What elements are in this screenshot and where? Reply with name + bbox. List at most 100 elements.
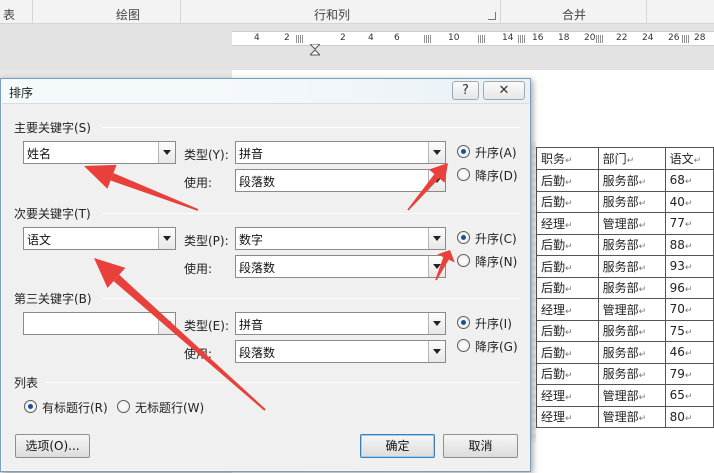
table-cell[interactable]: 服务部↵ bbox=[597, 319, 666, 342]
secondary-key-select[interactable]: 语文 bbox=[23, 227, 176, 250]
chevron-down-icon[interactable] bbox=[158, 142, 175, 163]
primary-using-select[interactable]: 段落数 bbox=[235, 169, 446, 192]
chevron-down-icon[interactable] bbox=[158, 313, 175, 334]
close-button[interactable]: ✕ bbox=[483, 81, 525, 100]
secondary-descending-radio[interactable] bbox=[457, 254, 470, 267]
column-marker-icon[interactable] bbox=[518, 35, 525, 43]
tertiary-ascending-label[interactable]: 升序(I) bbox=[475, 315, 512, 332]
ribbon-separator bbox=[180, 0, 181, 24]
table-cell[interactable]: 40↵ bbox=[664, 190, 714, 213]
cell-text: 经理 bbox=[541, 216, 566, 231]
table-cell[interactable]: 后勤↵ bbox=[536, 341, 599, 364]
table-cell[interactable]: 经理↵ bbox=[536, 212, 599, 235]
table-cell[interactable]: 服务部↵ bbox=[597, 169, 666, 192]
table-cell[interactable]: 服务部↵ bbox=[597, 233, 666, 256]
cancel-button[interactable]: 取消 bbox=[443, 434, 518, 458]
tertiary-using-select[interactable]: 段落数 bbox=[235, 340, 446, 363]
table-cell[interactable]: 语文↵ bbox=[664, 147, 714, 170]
column-marker-icon[interactable] bbox=[596, 35, 603, 43]
table-cell[interactable]: 服务部↵ bbox=[597, 190, 666, 213]
cell-text: 79 bbox=[669, 366, 685, 381]
table-row: 后勤↵ 服务部↵ 93↵ bbox=[536, 255, 714, 278]
chevron-down-icon[interactable] bbox=[158, 228, 175, 249]
table-cell[interactable]: 后勤↵ bbox=[536, 255, 599, 278]
secondary-ascending-label[interactable]: 升序(C) bbox=[475, 230, 517, 247]
table-cell[interactable]: 服务部↵ bbox=[597, 362, 666, 385]
table-cell[interactable]: 管理部↵ bbox=[597, 384, 666, 407]
table-cell[interactable]: 46↵ bbox=[664, 341, 714, 364]
column-marker-icon[interactable] bbox=[478, 35, 485, 43]
ribbon-group-rows-columns[interactable]: 行和列 bbox=[314, 6, 350, 23]
table-cell[interactable]: 79↵ bbox=[664, 362, 714, 385]
ribbon-group-draw[interactable]: 绘图 bbox=[116, 6, 140, 23]
no-header-row-label[interactable]: 无标题行(W) bbox=[135, 399, 204, 416]
secondary-type-select[interactable]: 数字 bbox=[235, 227, 446, 250]
table-cell[interactable]: 服务部↵ bbox=[597, 276, 666, 299]
primary-descending-radio[interactable] bbox=[457, 168, 470, 181]
primary-descending-label[interactable]: 降序(D) bbox=[475, 167, 518, 184]
chevron-down-icon[interactable] bbox=[428, 142, 445, 163]
table-cell[interactable]: 后勤↵ bbox=[536, 169, 599, 192]
no-header-row-radio[interactable] bbox=[117, 400, 130, 413]
table-cell[interactable]: 后勤↵ bbox=[536, 362, 599, 385]
primary-key-select[interactable]: 姓名 bbox=[23, 141, 176, 164]
table-cell[interactable]: 88↵ bbox=[664, 233, 714, 256]
column-marker-icon[interactable] bbox=[296, 35, 303, 43]
table-cell[interactable]: 后勤↵ bbox=[536, 319, 599, 342]
table-cell[interactable]: 后勤↵ bbox=[536, 233, 599, 256]
table-cell[interactable]: 管理部↵ bbox=[597, 212, 666, 235]
indent-marker-icon[interactable] bbox=[310, 44, 320, 56]
table-cell[interactable]: 80↵ bbox=[664, 405, 714, 428]
options-button[interactable]: 选项(O)... bbox=[15, 434, 90, 458]
ruler-tick: 16 bbox=[532, 33, 544, 43]
header-row-label[interactable]: 有标题行(R) bbox=[42, 399, 108, 416]
table-cell[interactable]: 经理↵ bbox=[536, 405, 599, 428]
ruler-tick: 10 bbox=[448, 33, 460, 43]
primary-key-label: 主要关键字(S) bbox=[14, 121, 91, 135]
tertiary-ascending-radio[interactable] bbox=[457, 316, 470, 329]
chevron-down-icon[interactable] bbox=[428, 228, 445, 249]
table-cell[interactable]: 后勤↵ bbox=[536, 276, 599, 299]
table-cell[interactable]: 68↵ bbox=[664, 169, 714, 192]
column-marker-icon[interactable] bbox=[682, 35, 689, 43]
chevron-down-icon[interactable] bbox=[428, 341, 445, 362]
secondary-using-select[interactable]: 段落数 bbox=[235, 255, 446, 278]
paragraph-mark-icon: ↵ bbox=[684, 198, 693, 209]
document-table[interactable]: 职务↵ 部门↵ 语文↵ 后勤↵ 服务部↵ 68↵ 后勤↵ 服务部↵ 40↵ 经理↵ 管理部↵ 77↵ 后… bbox=[536, 147, 714, 428]
table-cell[interactable]: 75↵ bbox=[664, 319, 714, 342]
table-cell[interactable]: 职务↵ bbox=[536, 147, 599, 170]
dialog-launcher-icon[interactable] bbox=[488, 12, 496, 20]
column-marker-icon[interactable] bbox=[424, 35, 431, 43]
table-cell[interactable]: 部门↵ bbox=[597, 147, 666, 170]
secondary-ascending-radio[interactable] bbox=[457, 231, 470, 244]
primary-type-select[interactable]: 拼音 bbox=[235, 141, 446, 164]
chevron-down-icon[interactable] bbox=[428, 256, 445, 277]
primary-ascending-label[interactable]: 升序(A) bbox=[475, 144, 517, 161]
table-cell[interactable]: 服务部↵ bbox=[597, 255, 666, 278]
table-cell[interactable]: 后勤↵ bbox=[536, 190, 599, 213]
ribbon-group-merge[interactable]: 合并 bbox=[562, 6, 586, 23]
ribbon-group-table[interactable]: 表 bbox=[3, 6, 15, 23]
table-cell[interactable]: 管理部↵ bbox=[597, 298, 666, 321]
header-row-radio[interactable] bbox=[24, 400, 37, 413]
ok-button[interactable]: 确定 bbox=[360, 434, 435, 458]
table-cell[interactable]: 70↵ bbox=[664, 298, 714, 321]
chevron-down-icon[interactable] bbox=[428, 313, 445, 334]
table-cell[interactable]: 96↵ bbox=[664, 276, 714, 299]
table-cell[interactable]: 93↵ bbox=[664, 255, 714, 278]
chevron-down-icon[interactable] bbox=[428, 170, 445, 191]
table-cell[interactable]: 65↵ bbox=[664, 384, 714, 407]
help-button[interactable]: ? bbox=[452, 81, 479, 100]
tertiary-key-select[interactable] bbox=[23, 312, 176, 335]
table-cell[interactable]: 经理↵ bbox=[536, 384, 599, 407]
table-cell[interactable]: 服务部↵ bbox=[597, 341, 666, 364]
primary-ascending-radio[interactable] bbox=[457, 145, 470, 158]
tertiary-type-select[interactable]: 拼音 bbox=[235, 312, 446, 335]
tertiary-descending-radio[interactable] bbox=[457, 339, 470, 352]
horizontal-ruler[interactable]: 4 2 2 4 6 10 14 16 18 20 22 24 26 28 bbox=[232, 31, 714, 46]
table-cell[interactable]: 经理↵ bbox=[536, 298, 599, 321]
table-cell[interactable]: 77↵ bbox=[664, 212, 714, 235]
secondary-descending-label[interactable]: 降序(N) bbox=[475, 253, 517, 270]
table-cell[interactable]: 管理部↵ bbox=[597, 405, 666, 428]
tertiary-descending-label[interactable]: 降序(G) bbox=[475, 338, 518, 355]
